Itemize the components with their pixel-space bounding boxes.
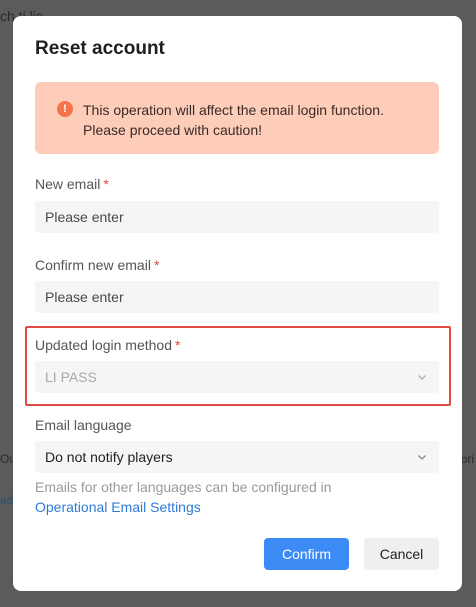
email-language-label: Email language <box>35 417 132 433</box>
confirm-email-input[interactable]: Please enter <box>35 281 439 313</box>
chevron-down-icon <box>418 455 426 460</box>
email-settings-hint: Emails for other languages can be config… <box>35 479 332 495</box>
warning-alert: ! This operation will affect the email l… <box>35 82 439 154</box>
alert-text-line2: Please proceed with caution! <box>83 122 262 138</box>
background-link: ad <box>0 493 14 507</box>
exclamation-circle-icon: ! <box>57 101 73 117</box>
confirm-email-placeholder: Please enter <box>45 289 124 305</box>
background-text: ori <box>460 452 474 466</box>
alert-text-line1: This operation will affect the email log… <box>83 102 384 118</box>
login-method-value: LI PASS <box>45 369 97 385</box>
confirm-email-label-text: Confirm new email <box>35 257 151 273</box>
email-language-label-text: Email language <box>35 417 132 433</box>
login-method-select: LI PASS <box>35 361 439 393</box>
login-method-label: Updated login method * <box>35 337 180 353</box>
chevron-down-icon <box>418 375 426 380</box>
new-email-placeholder: Please enter <box>45 209 124 225</box>
new-email-input[interactable]: Please enter <box>35 201 439 233</box>
confirm-button[interactable]: Confirm <box>264 538 349 570</box>
cancel-button[interactable]: Cancel <box>364 538 439 570</box>
dialog-title: Reset account <box>35 38 165 59</box>
required-mark: * <box>175 337 181 353</box>
new-email-label-text: New email <box>35 176 101 192</box>
email-language-select[interactable]: Do not notify players <box>35 441 439 473</box>
required-mark: * <box>103 176 109 192</box>
email-language-value: Do not notify players <box>45 449 173 465</box>
new-email-label: New email * <box>35 176 109 192</box>
reset-account-dialog: Reset account ! This operation will affe… <box>13 16 462 591</box>
operational-email-settings-link[interactable]: Operational Email Settings <box>35 499 201 515</box>
required-mark: * <box>153 257 160 273</box>
login-method-label-text: Updated login method <box>35 337 172 353</box>
confirm-email-label: Confirm new email * <box>35 257 159 273</box>
